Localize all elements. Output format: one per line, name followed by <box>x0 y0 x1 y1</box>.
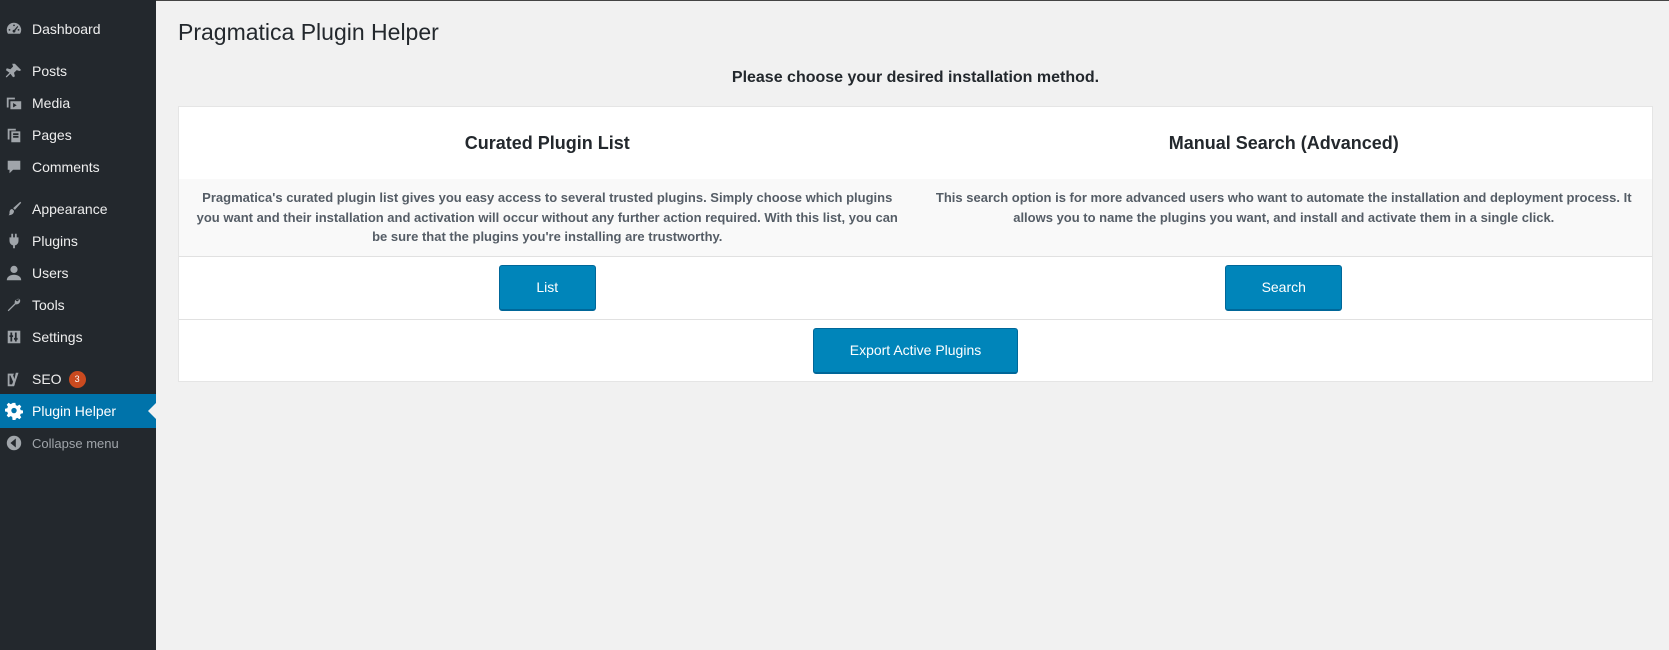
sidebar-item-pages[interactable]: Pages <box>0 118 156 152</box>
sidebar-item-label: Plugin Helper <box>32 403 117 419</box>
export-active-plugins-button[interactable]: Export Active Plugins <box>813 327 1018 374</box>
paintbrush-icon <box>4 199 24 219</box>
collapse-arrow-icon <box>4 433 24 453</box>
sidebar-item-label: Appearance <box>32 201 108 217</box>
sliders-icon <box>4 327 24 347</box>
sidebar-item-label: Comments <box>32 159 100 175</box>
sidebar-item-media[interactable]: Media <box>0 86 156 120</box>
sidebar-item-label: Users <box>32 265 69 281</box>
collapse-menu-label: Collapse menu <box>32 435 119 451</box>
gear-icon <box>4 401 24 421</box>
sidebar-item-label: Dashboard <box>32 21 101 37</box>
sidebar-item-label: Pages <box>32 127 72 143</box>
installation-method-prompt: Please choose your desired installation … <box>731 69 1100 86</box>
sidebar-item-users[interactable]: Users <box>0 256 156 290</box>
sidebar-item-plugin-helper[interactable]: Plugin Helper <box>0 394 156 428</box>
page-title: Pragmatica Plugin Helper <box>178 19 439 45</box>
plug-icon <box>4 231 24 251</box>
sidebar-item-label: SEO <box>32 371 62 387</box>
sidebar-item-label: Posts <box>32 63 68 79</box>
export-row: Export Active Plugins <box>179 319 1652 382</box>
manual-search-heading: Manual Search (Advanced) <box>1168 132 1399 153</box>
pages-icon <box>4 125 24 145</box>
yoast-icon <box>4 369 24 389</box>
sidebar-item-label: Plugins <box>32 233 78 249</box>
main-content: Pragmatica Plugin Helper Please choose y… <box>156 0 1669 650</box>
pushpin-icon <box>4 61 24 81</box>
sidebar-item-label: Media <box>32 95 71 111</box>
search-button[interactable]: Search <box>1225 264 1343 311</box>
sidebar-item-label: Tools <box>32 297 65 313</box>
sidebar-item-label: Settings <box>32 329 83 345</box>
sidebar-item-comments[interactable]: Comments <box>0 150 156 184</box>
sidebar-item-appearance[interactable]: Appearance <box>0 192 156 226</box>
sidebar-item-tools[interactable]: Tools <box>0 288 156 322</box>
sidebar-item-seo[interactable]: SEO 3 <box>0 362 156 396</box>
dashboard-icon <box>4 19 24 39</box>
curated-list-description: Pragmatica's curated plugin list gives y… <box>196 190 898 244</box>
options-button-row: List Search <box>179 256 1652 320</box>
admin-sidebar: Dashboard Posts Media Pages Comments App… <box>0 0 156 650</box>
options-header-row: Curated Plugin List Manual Search (Advan… <box>179 107 1652 180</box>
sidebar-item-posts[interactable]: Posts <box>0 54 156 88</box>
media-icon <box>4 93 24 113</box>
options-description-row: Pragmatica's curated plugin list gives y… <box>179 179 1652 257</box>
update-count-badge: 3 <box>68 370 86 388</box>
sidebar-item-plugins[interactable]: Plugins <box>0 224 156 258</box>
installation-options-panel: Curated Plugin List Manual Search (Advan… <box>178 106 1653 382</box>
comment-bubble-icon <box>4 157 24 177</box>
search-button-cell: Search <box>916 256 1653 319</box>
user-icon <box>4 263 24 283</box>
manual-search-description: This search option is for more advanced … <box>935 190 1632 225</box>
curated-list-heading: Curated Plugin List <box>464 132 630 153</box>
list-button[interactable]: List <box>498 264 596 311</box>
sidebar-item-dashboard[interactable]: Dashboard <box>0 12 156 46</box>
sidebar-item-settings[interactable]: Settings <box>0 320 156 354</box>
wrench-icon <box>4 295 24 315</box>
collapse-menu-button[interactable]: Collapse menu <box>0 426 156 460</box>
list-button-cell: List <box>179 256 916 319</box>
